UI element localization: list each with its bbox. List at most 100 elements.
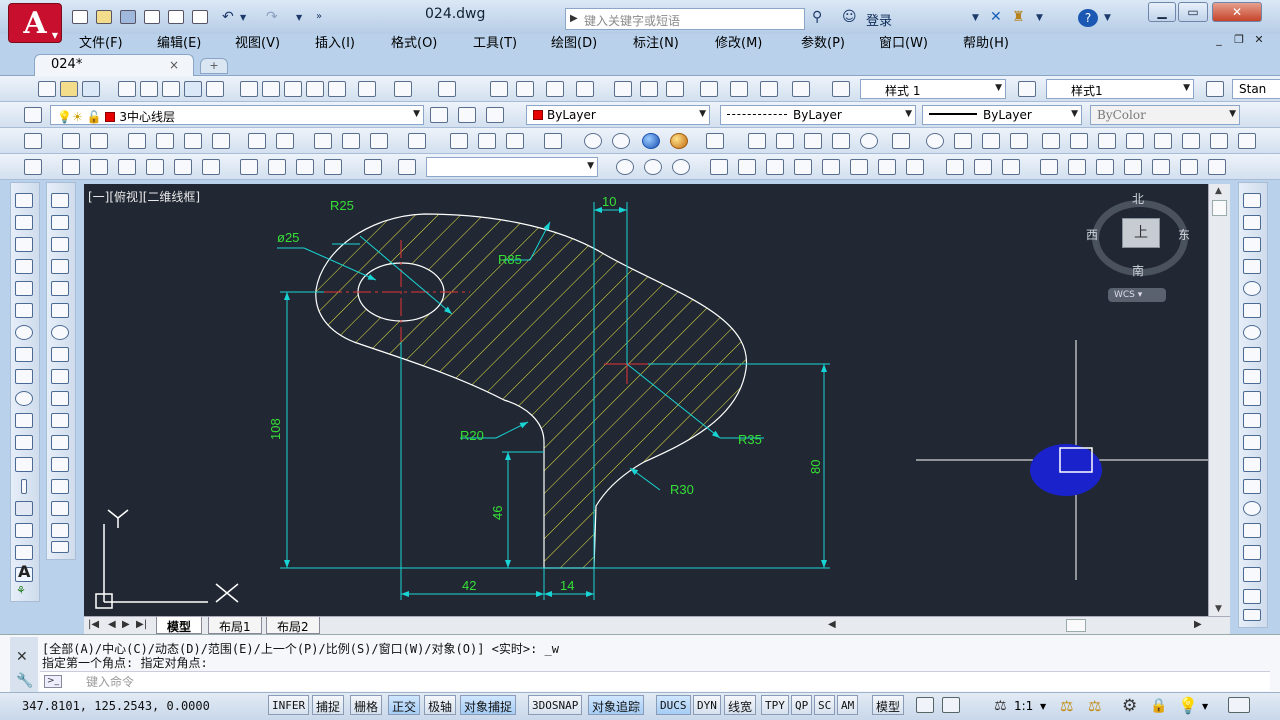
document-tab[interactable]: 024* × <box>34 54 194 76</box>
linetype-select[interactable]: ByLayer ▼ <box>720 105 916 125</box>
join-icon[interactable] <box>51 479 69 494</box>
polygon-icon[interactable] <box>15 259 33 274</box>
continue-dim-icon[interactable] <box>342 133 360 149</box>
wireframe-sphere-icon[interactable] <box>584 133 602 149</box>
new-file-icon[interactable] <box>72 10 88 24</box>
ordinate-dim-icon[interactable] <box>128 133 146 149</box>
tab-layout2[interactable]: 布局2 <box>266 617 320 634</box>
planar-surface-icon[interactable] <box>982 133 1000 149</box>
view-front-icon[interactable] <box>174 159 192 175</box>
menu-file[interactable]: 文件(F) <box>79 32 123 51</box>
properties-icon[interactable] <box>614 81 632 97</box>
sweep-icon[interactable] <box>1070 133 1088 149</box>
help-tool-icon[interactable] <box>792 81 810 97</box>
next-layout-icon[interactable]: ▶ <box>122 619 130 630</box>
wedge-icon[interactable] <box>804 133 822 149</box>
menu-format[interactable]: 格式(O) <box>391 32 437 51</box>
annotation-scale-dropdown-icon[interactable]: ▼ <box>1040 702 1046 711</box>
undo-dropdown-icon[interactable]: ▼ <box>240 13 246 22</box>
add-selected-icon[interactable]: ⚘ <box>16 584 26 597</box>
multiline-text-icon[interactable]: A <box>18 562 30 581</box>
imprint-icon[interactable] <box>974 159 992 175</box>
loft-icon[interactable] <box>1126 133 1144 149</box>
annotation-scale-label[interactable]: 1:1 <box>1014 699 1033 713</box>
user-icon[interactable]: ☺ <box>842 9 857 25</box>
continuous-orbit-icon[interactable] <box>672 159 690 175</box>
diameter-dim-icon[interactable] <box>212 133 230 149</box>
flatshot-icon[interactable] <box>878 159 896 175</box>
menu-window[interactable]: 窗口(W) <box>879 32 928 51</box>
status-menu-icon[interactable]: ▼ <box>1202 702 1208 711</box>
login-link[interactable]: 登录 <box>866 10 892 29</box>
dim-update-icon[interactable] <box>1243 589 1261 604</box>
dim-space-icon[interactable] <box>370 133 388 149</box>
east-label[interactable]: 东 <box>1178 226 1190 243</box>
rotate-faces-icon[interactable] <box>1152 159 1170 175</box>
menu-edit[interactable]: 编辑(E) <box>157 32 201 51</box>
save-as-icon[interactable] <box>144 10 160 24</box>
quick-dim-icon[interactable] <box>276 133 294 149</box>
circle-icon[interactable] <box>15 325 33 340</box>
doc-close-button[interactable]: ✕ <box>1252 33 1266 46</box>
break-at-point-icon[interactable] <box>51 435 69 450</box>
search-input[interactable]: ▶ 键入关键字或短语 <box>565 8 805 30</box>
dim-text-edit-icon[interactable] <box>1243 567 1261 582</box>
qnew-icon[interactable] <box>38 81 56 97</box>
menu-tools[interactable]: 工具(T) <box>473 32 517 51</box>
undo-tool-icon[interactable] <box>394 81 412 97</box>
viewcube-top-face[interactable]: 上 <box>1122 218 1160 248</box>
toggle-grid[interactable]: 栅格 <box>350 695 383 715</box>
toggle-3dosnap[interactable]: 3DOSNAP <box>528 695 583 715</box>
section-plane-icon[interactable] <box>850 159 868 175</box>
help-dropdown-icon[interactable]: ▼ <box>1104 13 1111 23</box>
text-style-select[interactable]: 样式 1 ▼ <box>860 79 1006 99</box>
jogged-dim-icon[interactable] <box>184 133 202 149</box>
gradient-icon[interactable] <box>15 523 33 538</box>
close-button[interactable]: ✕ <box>1212 2 1262 22</box>
open-icon[interactable] <box>60 81 78 97</box>
intersect-icon[interactable] <box>1210 133 1228 149</box>
menu-draw[interactable]: 绘图(D) <box>551 32 597 51</box>
plot-preview-icon[interactable] <box>140 81 158 97</box>
realistic-icon[interactable] <box>642 133 660 149</box>
horizontal-scroll-thumb[interactable] <box>1066 619 1086 632</box>
snap-intersection-icon[interactable] <box>1243 281 1261 296</box>
toggle-am[interactable]: AM <box>837 695 859 715</box>
camera-icon[interactable] <box>364 159 382 175</box>
exchange-icon[interactable]: ✕ <box>990 9 1002 25</box>
offset-faces-icon[interactable] <box>1096 159 1114 175</box>
save-icon[interactable] <box>120 10 136 24</box>
toggle-dyn[interactable]: DYN <box>693 695 721 715</box>
named-views-icon[interactable] <box>398 159 416 175</box>
zoom-realtime-icon[interactable] <box>516 81 534 97</box>
offset-icon[interactable] <box>51 259 69 274</box>
temp-track-icon[interactable] <box>1243 193 1261 208</box>
ellipse-arc-icon[interactable] <box>15 413 33 428</box>
dim-style-icon[interactable] <box>1018 81 1036 97</box>
conceptual-icon[interactable] <box>670 133 688 149</box>
first-layout-icon[interactable]: |◀ <box>88 619 99 630</box>
scroll-down-icon[interactable]: ▼ <box>1215 604 1222 614</box>
3d-mirror-icon[interactable] <box>738 159 756 175</box>
view-bottom-icon[interactable] <box>90 159 108 175</box>
rectangle-icon[interactable] <box>15 281 33 296</box>
insert-block-icon[interactable] <box>15 435 33 450</box>
app-store-icon[interactable]: ♜ <box>1012 9 1025 25</box>
taper-faces-icon[interactable] <box>1180 159 1198 175</box>
break-icon[interactable] <box>51 457 69 472</box>
doc-restore-button[interactable]: ❐ <box>1232 33 1246 46</box>
cut-icon[interactable] <box>240 81 258 97</box>
snap-endpoint-icon[interactable] <box>1243 237 1261 252</box>
box-3d-icon[interactable] <box>544 133 562 149</box>
command-window-handle[interactable]: ✕ 🔧 <box>10 637 38 693</box>
toggle-qp[interactable]: QP <box>791 695 813 715</box>
arc-icon[interactable] <box>15 303 33 318</box>
toggle-polar[interactable]: 极轴 <box>424 695 457 715</box>
menu-modify[interactable]: 修改(M) <box>715 32 762 51</box>
menu-help[interactable]: 帮助(H) <box>963 32 1009 51</box>
subtract-icon[interactable] <box>1182 133 1200 149</box>
lineweight-select[interactable]: ByLayer ▼ <box>922 105 1082 125</box>
toggle-ortho[interactable]: 正交 <box>388 695 421 715</box>
lock-icon[interactable]: 🔒 <box>1150 698 1167 714</box>
ellipse-icon[interactable] <box>15 391 33 406</box>
